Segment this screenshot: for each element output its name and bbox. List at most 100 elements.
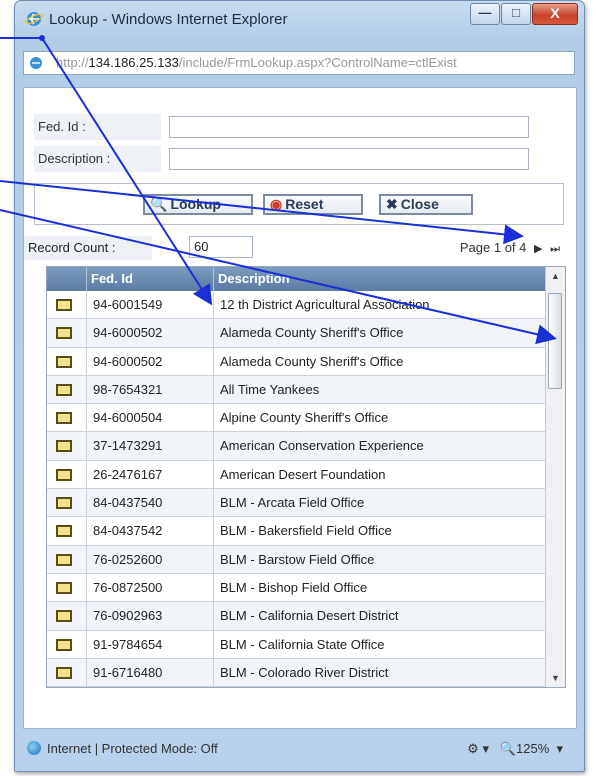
table-row[interactable]: 37-1473291 American Conservation Experien… [47,432,545,461]
fed-id-cell: 94-6000504 [86,404,215,432]
page-content: Fed. Id : Description : 🔍 Lookup ◉ Reset ✖… [23,87,577,729]
table-row[interactable]: 26-2476167 American Desert Foundation [47,460,545,490]
table-row[interactable]: 76-0252600 BLM - Barstow Field Office [47,545,546,574]
window-title: Lookup - Windows Internet Explorer [49,11,288,28]
description-cell: BLM - Colorado River District [213,658,546,687]
description-input[interactable] [169,148,529,170]
description-cell: BLM - Barstow Field Office [213,545,546,573]
select-row-icon[interactable] [56,638,72,651]
description-label: Description : [34,146,161,172]
table-row[interactable]: 98-7654321 All Time Yankees [47,375,546,405]
table-row[interactable]: 91-9784654 BLM - California State Office [47,630,545,659]
fed-id-cell: 76-0872500 [86,573,215,602]
address-url: http://134.186.25.133/include/FrmLookup.… [56,55,457,70]
table-row[interactable]: 76-0902963 BLM - California Desert Distri… [47,602,545,631]
header-fed-id[interactable]: Fed. Id [86,267,213,291]
close-button[interactable]: ✖ Close [379,194,473,215]
fed-id-input[interactable] [169,116,529,138]
fed-id-cell: 26-2476167 [86,460,215,489]
scroll-thumb[interactable] [548,293,562,389]
header-description[interactable]: Description [213,267,544,291]
select-row-icon[interactable] [56,383,72,396]
select-cell[interactable] [47,489,91,516]
select-cell[interactable] [47,319,91,346]
vertical-scrollbar[interactable]: ▲ ▼ [545,267,565,687]
scroll-down-icon[interactable]: ▼ [546,669,565,687]
select-row-icon[interactable] [56,327,72,340]
select-row-icon[interactable] [56,666,72,679]
select-cell[interactable] [47,546,91,573]
select-row-icon[interactable] [56,497,72,510]
minimize-button[interactable]: — [470,3,500,25]
select-cell[interactable] [47,376,91,403]
fed-id-cell: 94-6000502 [86,347,215,375]
page-indicator: Page 1 of 4 [459,240,527,255]
internet-zone-icon [27,741,41,755]
table-row[interactable]: 94-6000502 Alameda County Sheriff's Offic… [47,347,546,376]
next-page-icon[interactable]: ▶ [534,243,542,255]
description-cell: BLM - Bishop Field Office [213,573,546,602]
grid-body: 94-6001549 12 th District Agricultural As… [47,291,545,687]
table-row[interactable]: 94-6000504 Alpine County Sheriff's Office [47,404,545,433]
select-cell[interactable] [47,404,91,431]
header-icon-column [47,267,89,291]
table-row[interactable]: 84-0437540 BLM - Arcata Field Office [47,489,545,518]
grid-header: Fed. Id Description [47,267,545,291]
page-icon [30,57,42,69]
select-cell[interactable] [47,574,91,601]
fed-id-cell: 94-6000502 [86,319,215,347]
fed-id-cell: 84-0437540 [86,489,215,517]
ie-logo-icon [25,12,43,26]
last-page-icon[interactable]: ⏭ [550,243,560,255]
select-row-icon[interactable] [56,525,72,538]
description-cell: Alameda County Sheriff's Office [213,347,546,375]
fed-id-label: Fed. Id : [34,114,161,140]
maximize-icon: □ [512,5,520,20]
window-controls: — □ X [469,3,578,25]
close-window-button[interactable]: X [532,3,578,25]
select-row-icon[interactable] [56,553,72,566]
reset-button[interactable]: ◉ Reset [263,194,363,215]
description-cell: All Time Yankees [213,375,546,404]
select-cell[interactable] [47,602,91,629]
select-cell[interactable] [47,631,91,658]
select-cell[interactable] [47,432,91,459]
title-bar[interactable]: Lookup - Windows Internet Explorer — □ X [15,1,584,39]
select-row-icon[interactable] [56,468,72,481]
fed-id-cell: 91-6716480 [86,658,215,687]
record-count-label: Record Count : [24,236,152,260]
fed-id-cell: 84-0437542 [86,517,215,545]
zoom-control[interactable]: ⚙ ▾ 🔍125% ▾ [467,741,563,757]
select-row-icon[interactable] [56,299,72,311]
select-cell[interactable] [47,291,91,318]
reset-icon: ◉ [270,196,283,212]
select-cell[interactable] [47,461,91,488]
select-row-icon[interactable] [56,581,72,594]
select-row-icon[interactable] [56,412,72,425]
table-row[interactable]: 76-0872500 BLM - Bishop Field Office [47,573,546,603]
address-bar[interactable]: http://134.186.25.133/include/FrmLookup.… [23,51,575,75]
fed-id-cell: 91-9784654 [86,630,215,658]
table-row[interactable]: 94-6001549 12 th District Agricultural As… [47,291,546,320]
minimize-icon: — [478,5,492,20]
select-cell[interactable] [47,659,91,686]
table-row[interactable]: 84-0437542 BLM - Bakersfield Field Office [47,517,545,546]
scroll-up-icon[interactable]: ▲ [546,267,565,285]
maximize-button[interactable]: □ [501,3,531,25]
description-cell: 12 th District Agricultural Association [213,291,546,319]
results-grid: Fed. Id Description 94-6001549 12 th Dist… [46,266,566,688]
zone-text: Internet | Protected Mode: Off [47,741,218,756]
fed-id-cell: 76-0902963 [86,602,215,630]
select-cell[interactable] [47,348,91,375]
table-row[interactable]: 94-6000502 Alameda County Sheriff's Offic… [47,319,546,348]
select-row-icon[interactable] [56,355,72,368]
button-panel: 🔍 Lookup ◉ Reset ✖ Close [34,183,564,225]
description-cell: Alameda County Sheriff's Office [213,319,546,347]
select-cell[interactable] [47,517,91,544]
table-row[interactable]: 91-6716480 BLM - Colorado River District [47,658,546,687]
lookup-button[interactable]: 🔍 Lookup [143,194,253,215]
search-icon: 🔍 [150,196,168,212]
status-bar: Internet | Protected Mode: Off ⚙ ▾ 🔍125%… [23,733,575,763]
select-row-icon[interactable] [56,610,72,623]
select-row-icon[interactable] [56,440,72,453]
